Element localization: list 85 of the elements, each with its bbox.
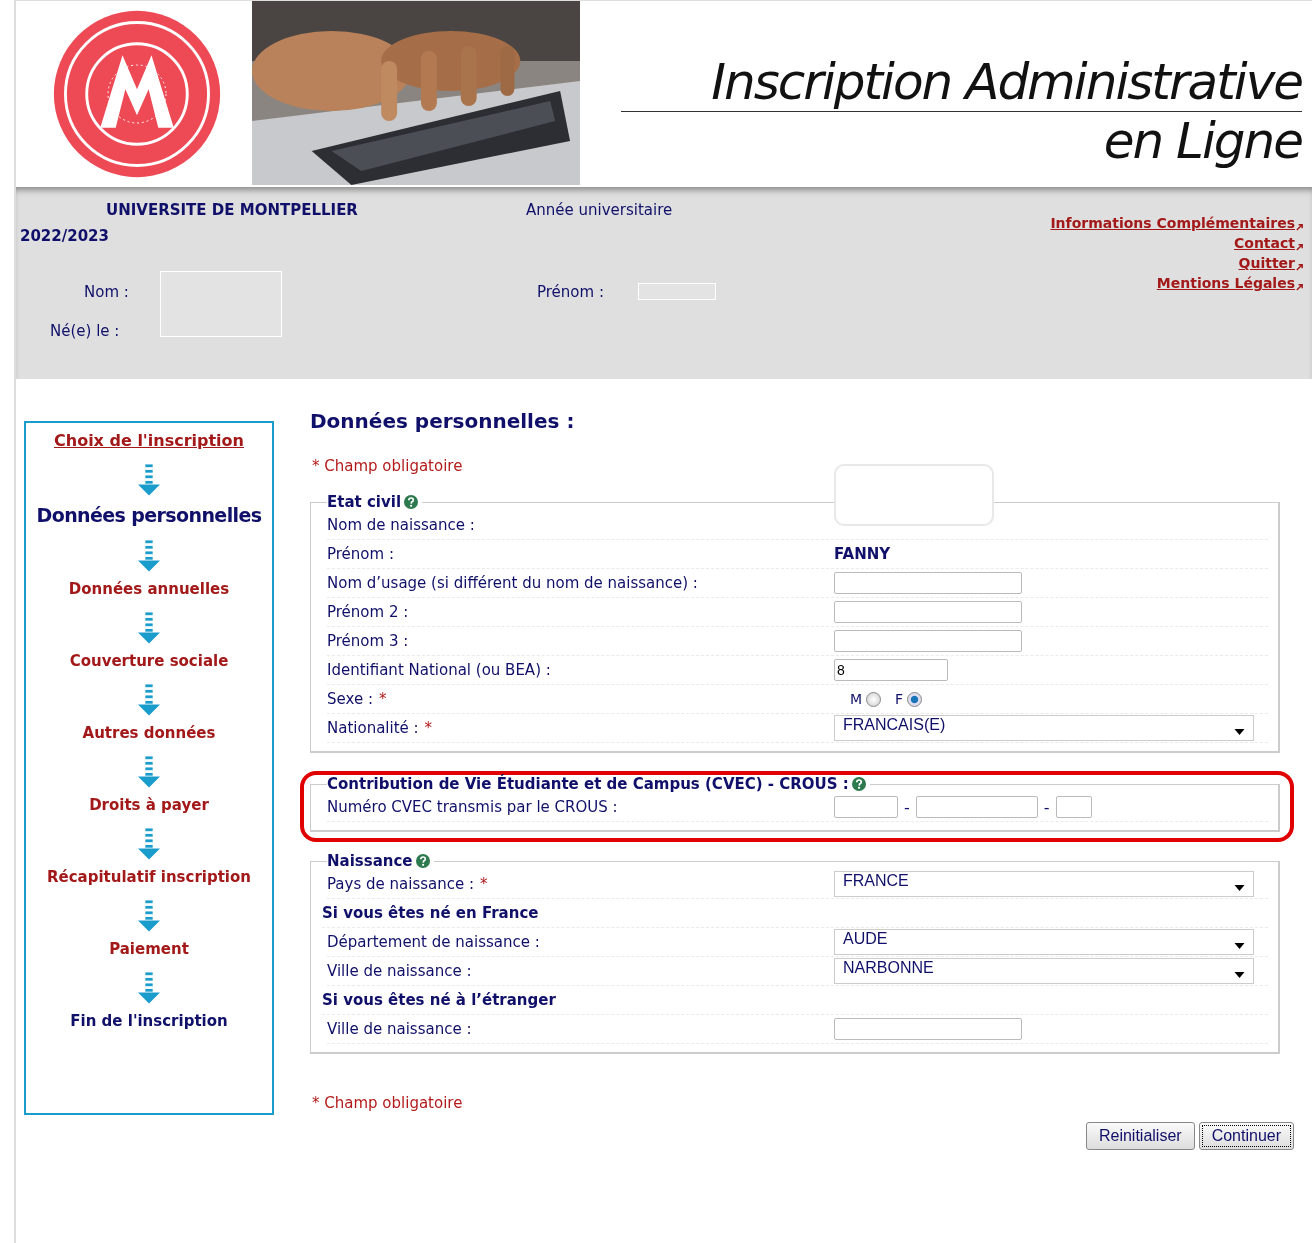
field-label: Ville de naissance : [327, 1020, 472, 1038]
section-title: Naissance [327, 852, 413, 870]
dropdown-arrow-icon [1234, 729, 1245, 735]
academic-year: 2022/2023 [20, 227, 110, 245]
field-label: Prénom 3 : [327, 632, 409, 650]
dropdown-arrow-icon [1234, 885, 1245, 891]
field-label: Sexe : [327, 690, 373, 708]
external-link-icon [1295, 262, 1304, 271]
external-link-icon [1295, 242, 1304, 251]
step-label: Autres données [82, 724, 216, 742]
help-icon[interactable] [851, 777, 866, 791]
dropdown[interactable]: FRANCAIS(E) [834, 715, 1254, 741]
first-name-label: Prénom : [537, 283, 604, 301]
text-field[interactable] [915, 796, 1038, 818]
text-field[interactable] [834, 796, 898, 818]
form-button[interactable]: Continuer [1198, 1122, 1294, 1150]
field-label: Ville de naissance : [327, 962, 472, 980]
step-label: Droits à payer [89, 796, 209, 814]
step-link[interactable]: Choix de l'inscription [54, 431, 244, 450]
required-note: * Champ obligatoire [312, 1094, 463, 1112]
down-arrow-icon [138, 756, 160, 788]
step-label: Paiement [109, 940, 189, 958]
required-label: * [378, 690, 387, 708]
required-label: * [480, 875, 488, 893]
field-label: Identifiant National (ou BEA) : [327, 661, 551, 679]
field-label: Nom d’usage (si différent du nom de naissance) : [327, 574, 698, 592]
dropdown-arrow-icon [1234, 943, 1245, 949]
dropdown[interactable]: AUDE [834, 929, 1254, 955]
subsection-heading: Si vous êtes né en France [322, 904, 539, 922]
header-link[interactable]: Mentions Légales [1156, 275, 1304, 291]
separator-dash: - [904, 797, 910, 817]
radio-button[interactable] [907, 691, 923, 707]
required-note: * Champ obligatoire [312, 457, 463, 475]
down-arrow-icon [138, 972, 160, 1004]
university-name: UNIVERSITE DE MONTPELLIER [106, 201, 359, 219]
text-field[interactable] [1055, 796, 1092, 818]
dropdown[interactable]: FRANCE [834, 871, 1254, 897]
year-label: Année universitaire [526, 201, 673, 219]
help-icon[interactable] [404, 495, 419, 509]
radio-button[interactable] [866, 691, 882, 707]
down-arrow-icon [138, 828, 160, 860]
field-value: FANNY [834, 545, 891, 563]
separator-dash: - [1043, 797, 1050, 817]
down-arrow-icon [138, 684, 160, 716]
section-title: Contribution de Vie Étudiante et de Campus (CVEC) - CROUS : [327, 775, 849, 793]
dropdown-arrow-icon [1234, 972, 1245, 978]
banner-title: en Ligne [1103, 112, 1302, 170]
dropdown[interactable]: NARBONNE [834, 958, 1254, 984]
text-field[interactable]: 8 [834, 659, 948, 681]
radio-label: F [895, 691, 904, 707]
step-label: Récapitulatif inscription [47, 868, 251, 886]
field-label: Nationalité : [327, 719, 419, 737]
subsection-heading: Si vous êtes né à l’étranger [322, 991, 556, 1009]
external-link-icon [1295, 222, 1304, 231]
down-arrow-icon [138, 900, 160, 932]
header-link[interactable]: Quitter [1238, 255, 1304, 271]
down-arrow-icon [138, 612, 160, 644]
field-label: Nom de naissance : [327, 516, 475, 534]
text-field[interactable] [834, 572, 1022, 594]
field-label: Numéro CVEC transmis par le CROUS : [327, 798, 618, 816]
radio-label: M [850, 691, 863, 707]
step-label: Couverture sociale [69, 652, 229, 670]
name-label: Nom : [84, 283, 129, 301]
field-label: Prénom : [327, 545, 394, 563]
external-link-icon [1295, 282, 1304, 291]
step-label: Fin de l'inscription [70, 1012, 228, 1030]
birth-date-label: Né(e) le : [50, 322, 120, 340]
text-field[interactable] [834, 630, 1022, 652]
text-field[interactable] [834, 1018, 1022, 1040]
header-link[interactable]: Informations Complémentaires [1050, 215, 1304, 231]
field-label: Département de naissance : [327, 933, 540, 951]
down-arrow-icon [138, 464, 160, 496]
down-arrow-icon [138, 540, 160, 572]
current-step: Données personnelles [36, 504, 262, 526]
step-label: Données annuelles [68, 580, 230, 598]
required-label: * [424, 719, 433, 737]
field-label: Pays de naissance : [327, 875, 475, 893]
page-heading: Données personnelles : [310, 409, 575, 433]
form-button[interactable]: Reinitialiser [1085, 1122, 1195, 1150]
header-link[interactable]: Contact [1234, 235, 1304, 251]
field-label: Prénom 2 : [327, 603, 409, 621]
section-title: Etat civil [327, 493, 402, 511]
help-icon[interactable] [415, 854, 430, 868]
text-field[interactable] [834, 601, 1022, 623]
banner-title: Inscription Administrative [621, 53, 1302, 112]
